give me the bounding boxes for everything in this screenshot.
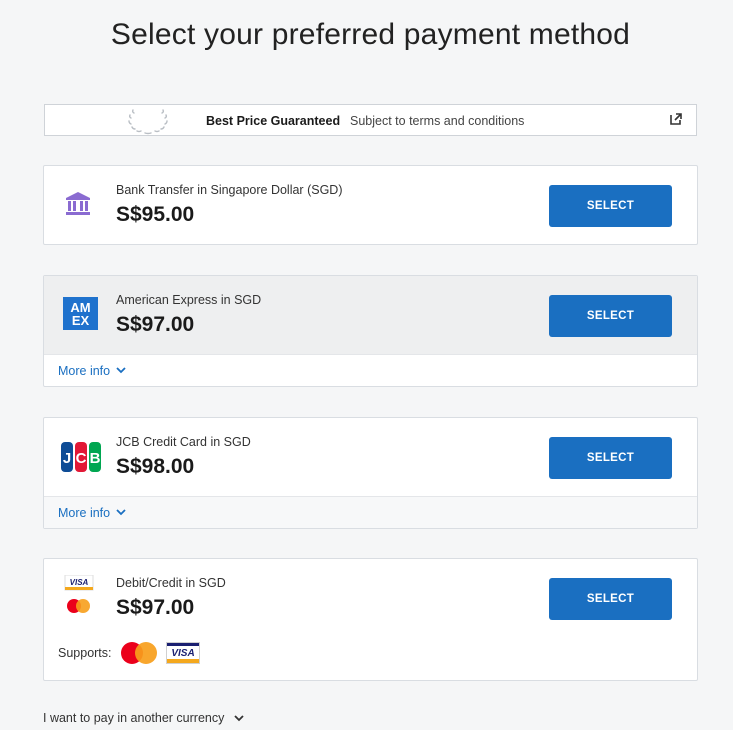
chevron-down-icon <box>116 367 126 374</box>
mastercard-icon <box>120 642 157 664</box>
visa-mastercard-logo: VISA <box>64 575 94 613</box>
select-button[interactable]: SELECT <box>549 295 672 337</box>
svg-text:EX: EX <box>72 313 90 328</box>
more-info-label: More info <box>58 363 111 378</box>
another-currency-label: I want to pay in another currency <box>43 711 225 725</box>
visa-icon: VISA <box>165 642 200 664</box>
more-info-toggle[interactable]: More info <box>44 354 697 386</box>
supports-label: Supports: <box>58 646 112 660</box>
external-link-icon[interactable] <box>669 112 683 126</box>
laurel-icon <box>128 109 168 135</box>
best-price-label: Best Price Guaranteed <box>206 114 341 128</box>
method-price: S$97.00 <box>116 313 195 336</box>
method-name: Debit/Credit in SGD <box>116 576 226 590</box>
bank-icon <box>66 192 90 215</box>
svg-text:VISA: VISA <box>171 648 194 659</box>
payment-option-debit-credit: VISA Debit/Credit in SGD S$97.00 SELECT … <box>43 558 698 681</box>
chevron-down-icon <box>234 714 244 721</box>
terms-label: Subject to terms and conditions <box>350 114 525 128</box>
best-price-banner: Best Price Guaranteed Subject to terms a… <box>44 104 697 136</box>
svg-text:B: B <box>90 450 101 467</box>
payment-option-bank-transfer: Bank Transfer in Singapore Dollar (SGD) … <box>43 165 698 245</box>
method-name: JCB Credit Card in SGD <box>116 435 251 449</box>
chevron-down-icon <box>116 509 126 516</box>
method-name: American Express in SGD <box>116 293 262 307</box>
svg-text:J: J <box>63 450 71 467</box>
svg-text:C: C <box>76 450 87 467</box>
svg-text:VISA: VISA <box>70 578 89 587</box>
select-button[interactable]: SELECT <box>549 185 672 227</box>
more-info-toggle[interactable]: More info <box>44 496 697 528</box>
amex-logo: AM EX <box>63 297 98 330</box>
more-info-label: More info <box>58 505 111 520</box>
jcb-logo: J C B <box>61 442 101 472</box>
payment-option-jcb: J C B JCB Credit Card in SGD S$98.00 SEL… <box>43 417 698 529</box>
method-name: Bank Transfer in Singapore Dollar (SGD) <box>116 183 343 197</box>
payment-option-amex: AM EX American Express in SGD S$97.00 SE… <box>43 275 698 387</box>
another-currency-toggle[interactable]: I want to pay in another currency <box>43 711 244 725</box>
select-button[interactable]: SELECT <box>549 437 672 479</box>
method-price: S$95.00 <box>116 203 195 226</box>
page-title: Select your preferred payment method <box>110 18 631 51</box>
method-price: S$98.00 <box>116 455 195 478</box>
method-price: S$97.00 <box>116 596 195 619</box>
select-button[interactable]: SELECT <box>549 578 672 620</box>
supported-cards: Supports: VISA <box>58 641 200 665</box>
